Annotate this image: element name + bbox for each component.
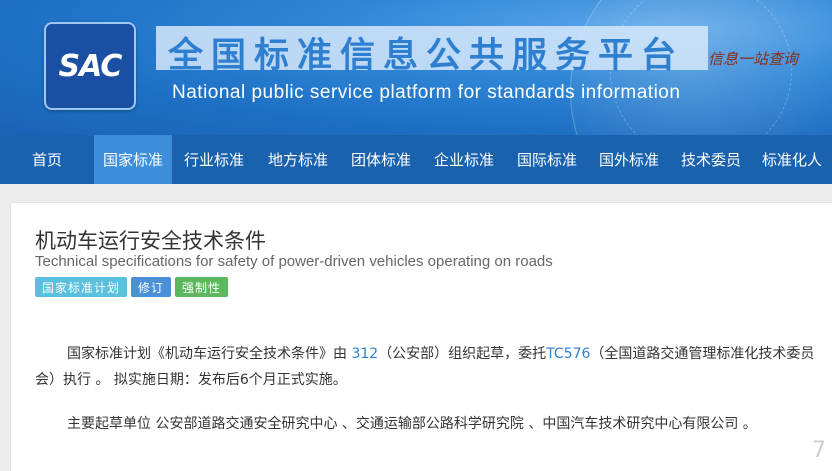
dept-312-link[interactable]: 312 xyxy=(351,346,378,362)
badge-mandatory: 强制性 xyxy=(175,277,229,297)
nav-item-standardization-people[interactable]: 标准化人 xyxy=(752,135,832,184)
slogan: 信息一站查询 xyxy=(708,50,799,68)
watermark: 7 xyxy=(812,438,826,463)
logo-text: SAC xyxy=(58,48,123,84)
standard-detail-card: 机动车运行安全技术条件 Technical specifications for… xyxy=(10,202,832,471)
p1-text-a: 国家标准计划《机动车运行安全技术条件》由 xyxy=(67,346,352,362)
standard-title-en: Technical specifications for safety of p… xyxy=(35,253,553,270)
tc576-link[interactable]: TC576 xyxy=(546,346,590,362)
sac-logo[interactable]: SAC xyxy=(44,22,136,110)
nav-item-industry-standards[interactable]: 行业标准 xyxy=(172,135,256,184)
drafting-units: 主要起草单位 公安部道路交通安全研究中心 、交通运输部公路科学研究院 、中国汽车… xyxy=(67,416,757,432)
header-banner: SAC 全国标准信息公共服务平台 National public service… xyxy=(0,0,832,135)
badge-group: 国家标准计划 修订 强制性 xyxy=(35,277,229,297)
nav-item-group-standards[interactable]: 团体标准 xyxy=(340,135,422,184)
main-nav: 首页 国家标准 行业标准 地方标准 团体标准 企业标准 国际标准 国外标准 技术… xyxy=(0,135,832,184)
badge-revision: 修订 xyxy=(131,277,172,297)
badge-plan: 国家标准计划 xyxy=(35,277,128,297)
site-title-cn: 全国标准信息公共服务平台 xyxy=(168,36,685,76)
plan-description: 国家标准计划《机动车运行安全技术条件》由 312（公安部）组织起草，委托TC57… xyxy=(35,341,825,393)
nav-item-home[interactable]: 首页 xyxy=(0,135,94,184)
nav-item-technical-committees[interactable]: 技术委员 xyxy=(670,135,752,184)
p1-text-b: （公安部）组织起草，委托 xyxy=(378,346,547,362)
site-title-en: National public service platform for sta… xyxy=(172,82,681,103)
nav-item-enterprise-standards[interactable]: 企业标准 xyxy=(422,135,506,184)
nav-item-local-standards[interactable]: 地方标准 xyxy=(256,135,340,184)
standard-title-cn: 机动车运行安全技术条件 xyxy=(35,229,266,253)
nav-item-foreign-standards[interactable]: 国外标准 xyxy=(588,135,670,184)
nav-item-national-standards[interactable]: 国家标准 xyxy=(94,135,172,184)
nav-item-international-standards[interactable]: 国际标准 xyxy=(506,135,588,184)
